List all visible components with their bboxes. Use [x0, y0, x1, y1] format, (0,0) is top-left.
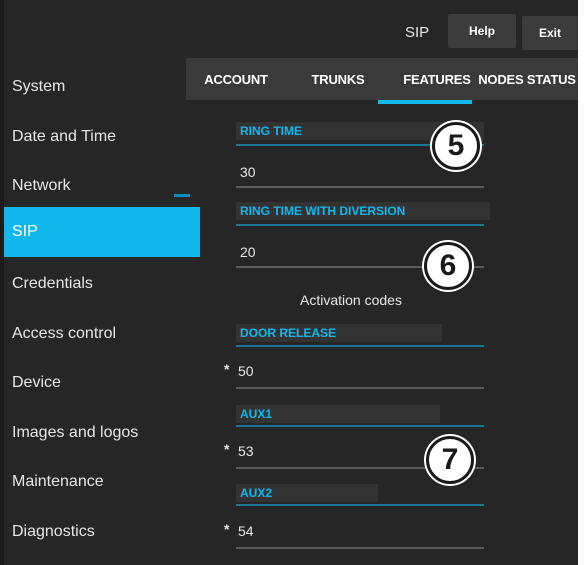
- aux1-label: AUX1: [236, 405, 440, 423]
- exit-button[interactable]: Exit: [522, 16, 578, 50]
- door-release-label-underline: [236, 345, 484, 347]
- door-release-label: DOOR RELEASE: [236, 324, 442, 342]
- sidebar-item-access-control[interactable]: Access control: [4, 309, 200, 359]
- activation-codes-heading: Activation codes: [300, 292, 402, 308]
- sidebar-item-date-and-time[interactable]: Date and Time: [4, 112, 200, 162]
- aux1-label-underline: [236, 425, 484, 427]
- tab-bar: ACCOUNT TRUNKS FEATURES NODES STATUS: [186, 58, 578, 100]
- callout-badge-6: 6: [424, 242, 472, 290]
- sidebar-item-credentials[interactable]: Credentials: [4, 259, 200, 309]
- callout-badge-7: 7: [426, 436, 474, 484]
- help-button[interactable]: Help: [448, 14, 516, 48]
- sidebar-item-network[interactable]: Network: [4, 161, 200, 211]
- sidebar: System Date and Time Network SIP Credent…: [4, 56, 200, 565]
- ring-time-diversion-label-underline: [236, 224, 484, 226]
- aux1-input[interactable]: 53: [238, 443, 254, 459]
- aux2-label: AUX2: [236, 484, 378, 502]
- sidebar-item-sip[interactable]: SIP: [4, 207, 200, 257]
- sidebar-item-device[interactable]: Device: [4, 358, 200, 408]
- aux2-star-icon: *: [224, 521, 230, 537]
- tab-trunks[interactable]: TRUNKS: [304, 58, 372, 100]
- door-release-star-icon: *: [224, 361, 230, 377]
- ring-time-input-underline: [236, 186, 484, 188]
- top-bar: SIP Help Exit: [4, 0, 578, 56]
- right-edge-strip: [578, 0, 584, 565]
- sidebar-item-maintenance[interactable]: Maintenance: [4, 457, 200, 507]
- ring-time-diversion-label: RING TIME WITH DIVERSION: [236, 202, 490, 220]
- tab-nodes-status[interactable]: NODES STATUS: [478, 58, 576, 100]
- callout-badge-5: 5: [432, 122, 480, 170]
- door-release-input-underline: [236, 387, 484, 389]
- aux2-input-underline: [236, 547, 484, 549]
- active-tab-indicator: [378, 100, 472, 104]
- sidebar-item-system[interactable]: System: [4, 62, 200, 112]
- section-title: SIP: [405, 24, 430, 41]
- aux2-input[interactable]: 54: [238, 523, 254, 539]
- tab-account[interactable]: ACCOUNT: [200, 58, 272, 100]
- sidebar-item-diagnostics[interactable]: Diagnostics: [4, 507, 200, 557]
- ring-time-input[interactable]: 30: [240, 164, 256, 180]
- ring-time-diversion-input[interactable]: 20: [240, 244, 256, 260]
- aux2-label-underline: [236, 504, 484, 506]
- door-release-input[interactable]: 50: [238, 363, 254, 379]
- tab-features[interactable]: FEATURES: [396, 58, 478, 100]
- sidebar-item-images-and-logos[interactable]: Images and logos: [4, 408, 200, 458]
- aux1-star-icon: *: [224, 441, 230, 457]
- active-item-indicator: [174, 194, 190, 197]
